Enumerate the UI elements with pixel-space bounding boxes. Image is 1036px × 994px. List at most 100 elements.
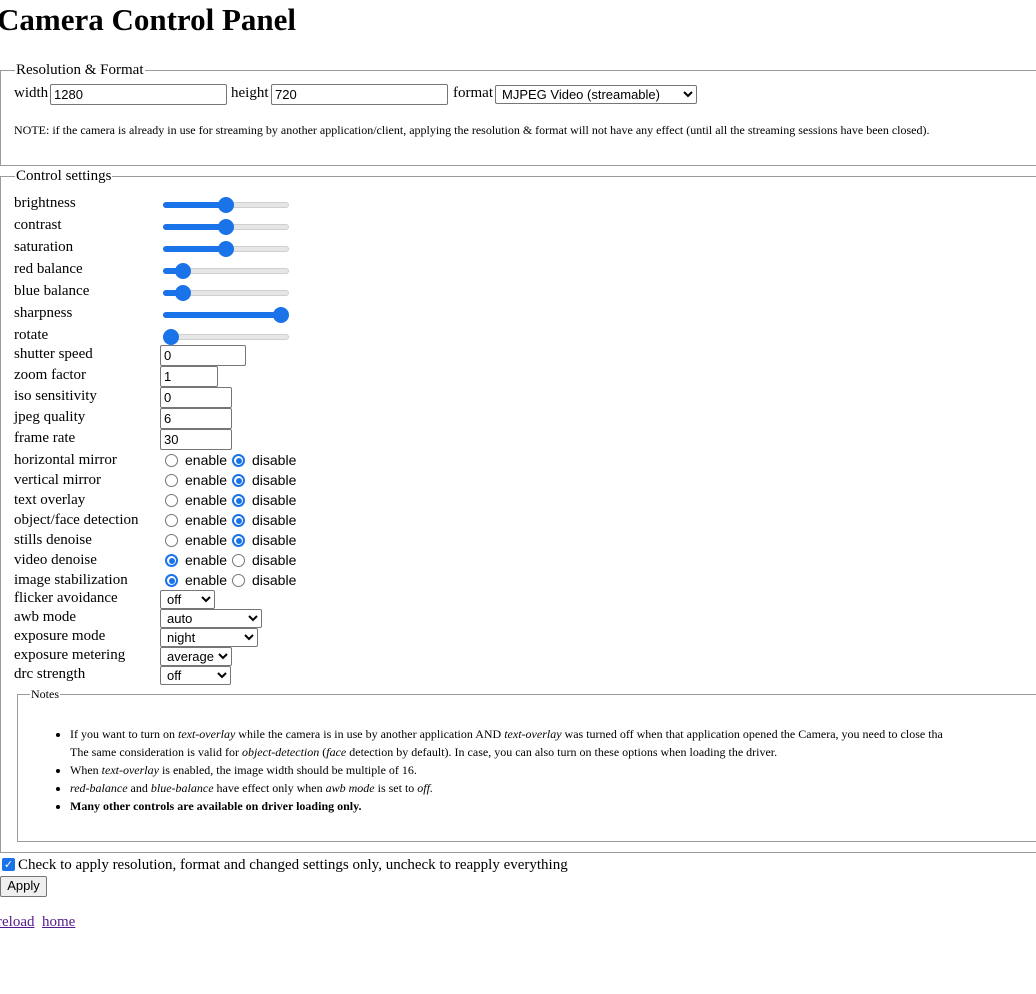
height-label: height xyxy=(231,85,269,101)
disable-label: disable xyxy=(252,512,297,528)
format-select[interactable]: MJPEG Video (streamable) xyxy=(495,85,697,104)
setting-field[interactable] xyxy=(160,366,218,387)
note-text: off. xyxy=(417,781,433,795)
disable-radio[interactable] xyxy=(232,494,245,507)
note-text: is enabled, the image width should be mu… xyxy=(158,763,417,777)
disable-label: disable xyxy=(252,572,297,588)
enable-label: enable xyxy=(185,512,228,528)
select-label: awb mode xyxy=(14,609,77,625)
note-text: is set to xyxy=(374,781,418,795)
disable-radio[interactable] xyxy=(232,474,245,487)
disable-label: disable xyxy=(252,472,297,488)
note-text: detection by default). In case, you can … xyxy=(346,745,778,759)
disable-radio[interactable] xyxy=(232,454,245,467)
width-label: width xyxy=(14,85,49,101)
resolution-format-legend: Resolution & Format xyxy=(15,62,145,78)
field-label: shutter speed xyxy=(14,346,93,362)
home-link[interactable]: home xyxy=(42,914,75,931)
setting-select[interactable]: auto xyxy=(160,609,262,628)
setting-field[interactable] xyxy=(160,387,232,408)
slider-thumb[interactable] xyxy=(218,197,234,213)
setting-field[interactable] xyxy=(160,429,232,450)
slider-fill xyxy=(163,202,226,208)
slider-0[interactable] xyxy=(161,196,291,214)
slider-1[interactable] xyxy=(161,218,291,236)
slider-5[interactable] xyxy=(161,306,291,324)
enable-label: enable xyxy=(185,452,228,468)
apply-changed-only-checkbox[interactable]: ✓ xyxy=(2,858,15,871)
setting-select[interactable]: off xyxy=(160,666,231,685)
toggle-label: horizontal mirror xyxy=(14,452,117,468)
enable-radio[interactable] xyxy=(165,574,178,587)
enable-radio[interactable] xyxy=(165,514,178,527)
enable-radio[interactable] xyxy=(165,474,178,487)
slider-thumb[interactable] xyxy=(218,219,234,235)
slider-label: contrast xyxy=(14,217,62,233)
disable-radio[interactable] xyxy=(232,554,245,567)
slider-6[interactable] xyxy=(161,328,291,346)
enable-radio[interactable] xyxy=(165,554,178,567)
enable-label: enable xyxy=(185,532,228,548)
note-text: Many other controls are available on dri… xyxy=(70,799,362,813)
height-field[interactable] xyxy=(271,84,448,105)
resolution-note: NOTE: if the camera is already in use fo… xyxy=(14,123,930,137)
note-text: face xyxy=(326,745,347,759)
slider-label: brightness xyxy=(14,195,76,211)
select-label: flicker avoidance xyxy=(14,590,118,606)
toggle-label: vertical mirror xyxy=(14,472,102,488)
disable-label: disable xyxy=(252,492,297,508)
toggle-label: stills denoise xyxy=(14,532,92,548)
notes-legend: Notes xyxy=(30,687,60,701)
note-text: awb mode xyxy=(325,781,375,795)
disable-radio[interactable] xyxy=(232,534,245,547)
setting-select[interactable]: off xyxy=(160,590,215,609)
enable-label: enable xyxy=(185,552,228,568)
setting-field[interactable] xyxy=(160,408,232,429)
setting-field[interactable] xyxy=(160,345,246,366)
note-text: object-detection xyxy=(241,745,320,759)
format-label: format xyxy=(453,85,493,101)
apply-button[interactable]: Apply xyxy=(0,876,47,897)
slider-fill xyxy=(163,246,226,252)
select-label: exposure metering xyxy=(14,647,126,663)
slider-4[interactable] xyxy=(161,284,291,302)
width-field[interactable] xyxy=(50,84,227,105)
slider-thumb[interactable] xyxy=(218,241,234,257)
slider-3[interactable] xyxy=(161,262,291,280)
page-title: Camera Control Panel xyxy=(0,2,297,37)
note-item: When text-overlay is enabled, the image … xyxy=(70,761,1036,779)
toggle-label: video denoise xyxy=(14,552,97,568)
slider-fill xyxy=(163,224,226,230)
disable-radio[interactable] xyxy=(232,514,245,527)
setting-select[interactable]: night xyxy=(160,628,258,647)
note-text: text-overlay xyxy=(177,727,236,741)
setting-select[interactable]: average xyxy=(160,647,232,666)
note-item: Many other controls are available on dri… xyxy=(70,797,1036,815)
slider-thumb[interactable] xyxy=(163,329,179,345)
note-text: When xyxy=(70,763,102,777)
enable-radio[interactable] xyxy=(165,494,178,507)
enable-label: enable xyxy=(185,472,228,488)
slider-thumb[interactable] xyxy=(175,285,192,301)
slider-label: red balance xyxy=(14,261,83,277)
field-label: jpeg quality xyxy=(14,409,86,425)
enable-radio[interactable] xyxy=(165,454,178,467)
enable-radio[interactable] xyxy=(165,534,178,547)
field-label: zoom factor xyxy=(14,367,87,383)
note-text: If you want to turn on xyxy=(70,727,178,741)
toggle-label: image stabilization xyxy=(14,572,128,588)
note-text: have effect only when xyxy=(213,781,326,795)
toggle-label: object/face detection xyxy=(14,512,139,528)
enable-label: enable xyxy=(185,492,228,508)
reload-link[interactable]: reload xyxy=(0,914,34,931)
disable-radio[interactable] xyxy=(232,574,245,587)
note-text: was turned off when that application ope… xyxy=(561,727,943,741)
note-text: blue-balance xyxy=(150,781,214,795)
slider-2[interactable] xyxy=(161,240,291,258)
note-text: The same consideration is valid for xyxy=(70,745,242,759)
apply-changed-only-label: Check to apply resolution, format and ch… xyxy=(18,857,568,873)
field-label: iso sensitivity xyxy=(14,388,97,404)
slider-thumb[interactable] xyxy=(273,307,289,323)
slider-thumb[interactable] xyxy=(175,263,192,279)
slider-label: rotate xyxy=(14,327,49,343)
